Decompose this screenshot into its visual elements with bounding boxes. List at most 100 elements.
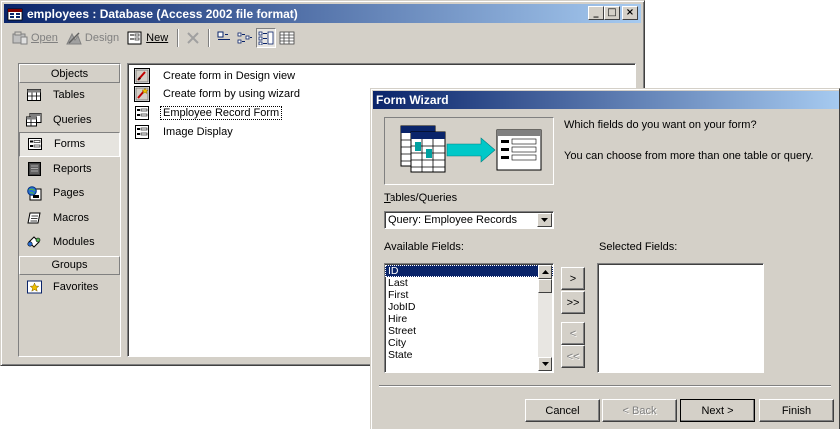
fields-to-form-icon	[400, 125, 542, 173]
database-window-title: employees : Database (Access 2002 file f…	[27, 6, 298, 21]
new-form-icon	[127, 31, 142, 45]
tables-queries-select[interactable]: Query: Employee Records	[384, 211, 554, 229]
scroll-thumb[interactable]	[538, 279, 552, 293]
objects-item-tables[interactable]: Tables	[19, 83, 120, 108]
objects-item-label: Forms	[54, 138, 86, 151]
list-item-create-design-view[interactable]: Create form in Design view	[134, 67, 297, 85]
table-icon	[26, 87, 42, 103]
small-icons-icon	[237, 32, 253, 44]
tables-queries-label: TTables/Queries	[383, 192, 458, 204]
design-label: Design	[84, 32, 120, 44]
new-button[interactable]: New	[124, 28, 171, 48]
back-button[interactable]: < Back	[602, 399, 677, 422]
list-item-label: Create form by using wizard	[163, 88, 300, 100]
available-fields-scrollbar[interactable]	[538, 265, 552, 371]
query-icon	[26, 112, 42, 128]
form-wizard-dialog: Form Wizard Which fields do you want on …	[370, 88, 840, 429]
database-icon	[7, 8, 23, 20]
list-item-employee-record-form[interactable]: Employee Record Form	[134, 104, 283, 122]
objects-item-label: Macros	[53, 211, 90, 224]
objects-item-modules[interactable]: Modules	[19, 230, 120, 255]
form-icon	[27, 136, 43, 152]
wizard-question: Which fields do you want on your form?	[564, 119, 757, 131]
cancel-button[interactable]: Cancel	[525, 399, 600, 422]
delete-icon	[187, 32, 199, 44]
form-wizard-titlebar[interactable]: Form Wizard	[373, 91, 839, 109]
objects-item-label: Tables	[53, 89, 85, 102]
small-icons-button[interactable]	[235, 28, 255, 48]
add-field-button[interactable]: >	[561, 267, 585, 290]
wizard-icon	[134, 86, 150, 102]
objects-item-reports[interactable]: Reports	[19, 157, 120, 182]
form-wizard-title: Form Wizard	[376, 93, 449, 107]
new-label: New	[146, 32, 169, 44]
field-item[interactable]: ID	[385, 265, 553, 277]
field-item[interactable]: Street	[385, 325, 553, 337]
favorites-icon	[26, 279, 42, 295]
dropdown-button[interactable]	[537, 213, 552, 227]
remove-all-fields-button[interactable]: <<	[561, 345, 585, 368]
dialog-divider	[379, 385, 831, 387]
list-item-create-wizard[interactable]: Create form by using wizard	[134, 85, 302, 103]
design-button[interactable]: Design	[63, 28, 122, 48]
wizard-hint: You can choose from more than one table …	[564, 150, 814, 162]
add-all-fields-button[interactable]: >>	[561, 291, 585, 314]
next-button[interactable]: Next >	[680, 399, 755, 422]
objects-item-forms[interactable]: Forms	[19, 132, 120, 157]
field-item[interactable]: Last	[385, 277, 553, 289]
remove-field-button[interactable]: <	[561, 322, 585, 345]
list-view-icon	[258, 31, 274, 45]
toolbar-separator	[208, 29, 211, 47]
groups-item-label: Favorites	[53, 280, 99, 293]
toolbar-separator	[177, 29, 180, 47]
design-view-icon	[134, 68, 150, 84]
scroll-down-button[interactable]	[538, 357, 552, 371]
minimize-button[interactable]: _	[588, 6, 604, 20]
groups-header[interactable]: Groups	[19, 255, 120, 275]
field-item[interactable]: City	[385, 337, 553, 349]
database-window-titlebar[interactable]: employees : Database (Access 2002 file f…	[4, 4, 641, 23]
tables-queries-value: Query: Employee Records	[388, 214, 517, 226]
objects-item-pages[interactable]: Pages	[19, 181, 120, 206]
arrow-down-icon	[541, 362, 549, 366]
wizard-illustration	[384, 117, 554, 185]
available-fields-list[interactable]: ID Last First JobID Hire Street City Sta…	[384, 263, 554, 373]
details-view-button[interactable]	[277, 28, 297, 48]
large-icons-button[interactable]	[214, 28, 234, 48]
design-icon	[66, 32, 82, 45]
objects-header[interactable]: Objects	[19, 64, 120, 83]
objects-item-label: Pages	[53, 187, 85, 200]
finish-button[interactable]: Finish	[759, 399, 834, 422]
field-item[interactable]: First	[385, 289, 553, 301]
list-view-button[interactable]	[256, 28, 277, 48]
objects-item-macros[interactable]: Macros	[19, 206, 120, 231]
selected-fields-list[interactable]	[597, 263, 764, 373]
close-button[interactable]: ×	[622, 6, 638, 20]
field-item[interactable]: Hire	[385, 313, 553, 325]
large-icons-icon	[217, 31, 231, 40]
window-controls: _ □ ×	[588, 6, 638, 20]
selected-fields-label: Selected Fields:	[599, 241, 678, 253]
arrow-up-icon	[541, 270, 549, 274]
macro-icon	[26, 210, 42, 226]
list-item-image-display[interactable]: Image Display	[134, 123, 235, 141]
groups-item-favorites[interactable]: Favorites	[19, 275, 120, 300]
report-icon	[26, 161, 42, 177]
scroll-up-button[interactable]	[538, 265, 552, 279]
open-label: Open	[31, 32, 58, 44]
page-icon	[26, 185, 42, 201]
field-item[interactable]: State	[385, 349, 553, 361]
objects-item-queries[interactable]: Queries	[19, 108, 120, 133]
objects-bar: Objects Tables Queries Forms Reports Pag…	[18, 63, 121, 357]
delete-button[interactable]	[183, 28, 203, 48]
list-item-label: Image Display	[163, 126, 233, 138]
list-item-label: Create form in Design view	[163, 70, 296, 82]
details-view-icon	[279, 31, 295, 45]
form-icon	[135, 125, 149, 139]
open-icon	[12, 31, 28, 45]
open-button[interactable]: Open	[9, 28, 61, 48]
maximize-button[interactable]: □	[604, 6, 620, 20]
field-item[interactable]: JobID	[385, 301, 553, 313]
form-icon	[135, 106, 149, 120]
list-item-label: Employee Record Form	[159, 106, 283, 120]
